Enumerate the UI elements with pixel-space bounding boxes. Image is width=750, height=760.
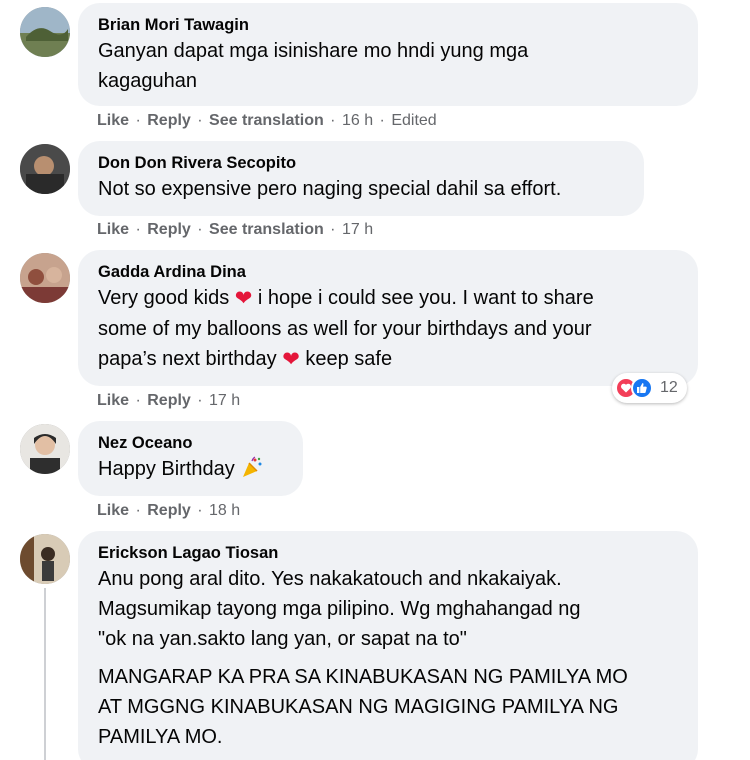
like-button[interactable]: Like [97,221,129,238]
like-button[interactable]: Like [97,392,129,409]
reaction-count: 12 [660,379,678,396]
comment-time[interactable]: 16 h [342,112,373,129]
comment-bubble: Gadda Ardina Dina Very good kids ❤ i hop… [78,250,698,386]
comment-text: Very good kids ❤ i hope i could see you.… [98,283,678,375]
reactions-summary[interactable]: 12 [612,373,687,403]
comment-time[interactable]: 18 h [209,502,240,519]
comment-bubble: Nez Oceano Happy Birthday [78,421,303,496]
party-popper-icon [243,456,262,477]
edited-label: Edited [391,112,437,129]
comment-author[interactable]: Erickson Lagao Tiosan [98,542,678,564]
comment-text: Not so expensive pero naging special dah… [98,178,562,200]
reply-button[interactable]: Reply [147,112,191,129]
reply-button[interactable]: Reply [147,221,191,238]
comment-author[interactable]: Nez Oceano [98,432,283,454]
avatar[interactable] [20,424,70,474]
avatar[interactable] [20,253,70,303]
comment-text: Happy Birthday [98,454,283,484]
comment-actions: Like · Reply · See translation · 17 h [97,221,374,238]
avatar[interactable] [20,7,70,57]
see-translation-button[interactable]: See translation [209,221,324,238]
like-button[interactable]: Like [97,112,129,129]
comment-text-part: keep safe [299,348,393,370]
avatar[interactable] [20,144,70,194]
heart-emoji-icon: ❤ [282,348,300,371]
comment-text: MANGARAP KA PRA SA KINABUKASAN NG PAMILY… [98,666,628,748]
like-reaction-icon [631,377,653,399]
comment-bubble: Don Don Rivera Secopito Not so expensive… [78,141,644,216]
comment-text: Anu pong aral dito. Yes nakakatouch and … [98,568,581,650]
comment-author[interactable]: Don Don Rivera Secopito [98,152,624,174]
comment-time[interactable]: 17 h [209,392,240,409]
comment-text-part: Happy Birthday [98,458,235,480]
like-button[interactable]: Like [97,502,129,519]
reply-button[interactable]: Reply [147,502,191,519]
comment-author[interactable]: Brian Mori Tawagin [98,14,678,36]
comment-bubble: Brian Mori Tawagin Ganyan dapat mga isin… [78,3,698,106]
comment-actions: Like · Reply · 18 h [97,502,241,519]
reply-thread-line [44,588,46,760]
comment-bubble: Erickson Lagao Tiosan Anu pong aral dito… [78,531,698,760]
comment-text: Ganyan dapat mga isinishare mo hndi yung… [98,40,529,92]
comment-text-part: Very good kids [98,287,230,309]
avatar[interactable] [20,534,70,584]
comment-time[interactable]: 17 h [342,221,373,238]
comment-actions: Like · Reply · 17 h [97,392,241,409]
reply-button[interactable]: Reply [147,392,191,409]
see-translation-button[interactable]: See translation [209,112,324,129]
comment-author[interactable]: Gadda Ardina Dina [98,261,678,283]
comment-actions: Like · Reply · See translation · 16 h · … [97,112,437,129]
heart-emoji-icon: ❤ [234,287,253,310]
